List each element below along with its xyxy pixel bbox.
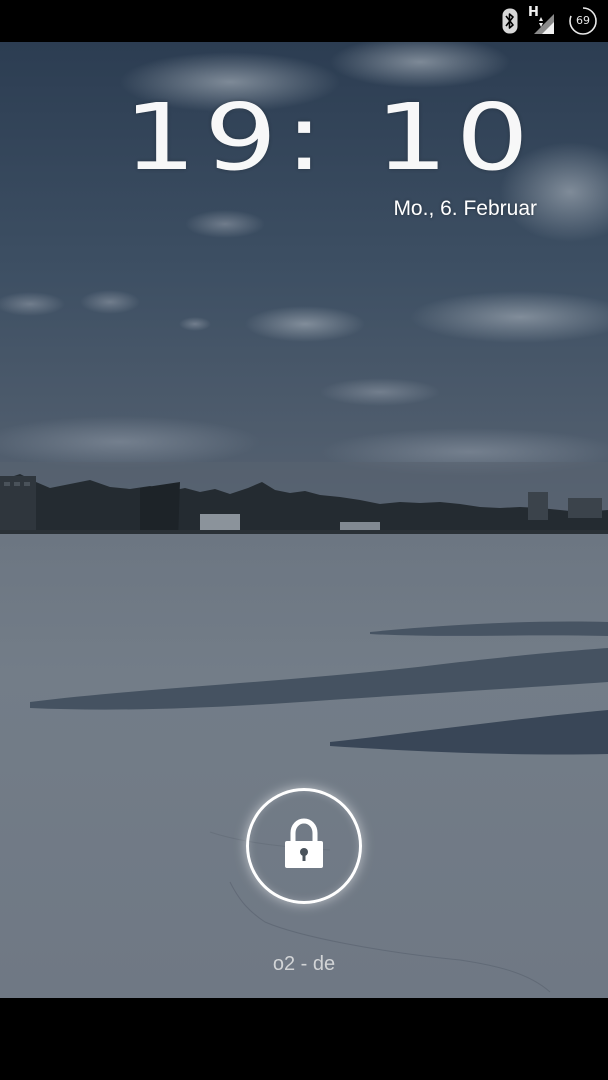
status-icons: H 69 (502, 5, 598, 36)
clock: 19: 10 (123, 92, 536, 184)
date-label: Mo., 6. Februar (393, 197, 537, 220)
clock-time: 19: 10 (123, 84, 536, 191)
lock-screen: H 69 19: 10 Mo., 6. Februar o2 - de (0, 0, 608, 1080)
status-bar: H 69 (0, 0, 608, 42)
battery-icon: 69 (568, 6, 598, 36)
unlock-button[interactable] (246, 788, 362, 904)
signal-icon (534, 14, 554, 34)
battery-level: 69 (576, 14, 590, 27)
lock-icon (285, 818, 323, 868)
carrier-label: o2 - de (272, 953, 336, 975)
navigation-bar (0, 998, 608, 1080)
signal-indicator: H (528, 5, 558, 36)
bluetooth-icon (502, 8, 518, 34)
